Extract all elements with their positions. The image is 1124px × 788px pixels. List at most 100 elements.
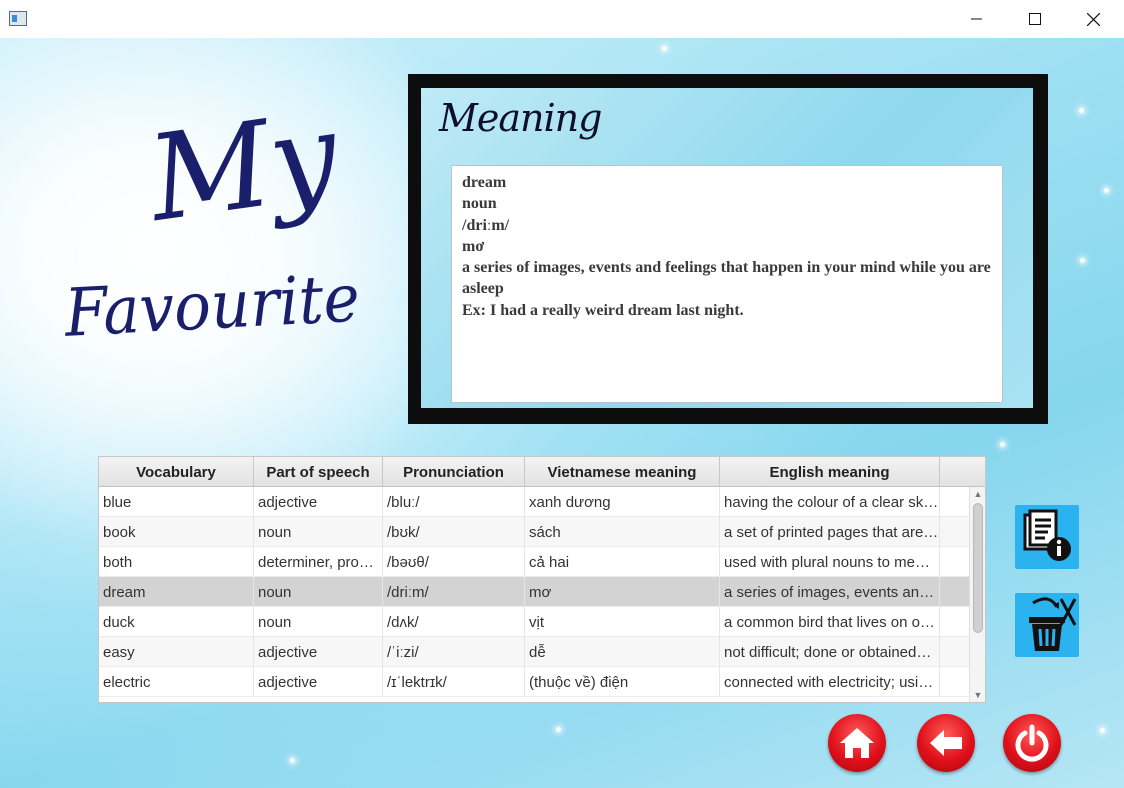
column-header-pronunciation[interactable]: Pronunciation <box>383 457 525 487</box>
cell-text: noun <box>258 523 292 541</box>
cell-part-of-speech: adjective <box>254 667 383 697</box>
main-window: My Favourite Meaning dream noun /driːm/ … <box>0 38 1124 788</box>
table-row[interactable]: book noun/bʊk/sách a set of printed pages … <box>99 517 969 547</box>
cell-text: /driːm/ <box>387 583 429 601</box>
window-titlebar <box>0 0 1124 38</box>
cell-text: (thuộc về) điện <box>529 673 629 691</box>
table-row[interactable]: blue adjective/bluː/xanh dương having the … <box>99 487 969 517</box>
cell-pronunciation: /bəʊθ/ <box>383 547 525 577</box>
cell-vocabulary: book <box>99 517 254 547</box>
cell-text: determiner, pro… <box>258 553 374 571</box>
cell-text: /ˈiːzi/ <box>387 643 419 661</box>
maximize-icon <box>1029 13 1041 25</box>
title-line2: Favourite <box>62 259 362 351</box>
table-row[interactable]: both determiner, pro… /bəʊθ/cả hai used wit… <box>99 547 969 577</box>
cell-filler <box>940 607 969 637</box>
cell-filler <box>940 547 969 577</box>
table-row[interactable]: dream noun/driːm/mơ a series of images, ev… <box>99 577 969 607</box>
cell-text: xanh dương <box>529 493 611 511</box>
cell-part-of-speech: determiner, pro… <box>254 547 383 577</box>
meaning-part-of-speech: noun <box>462 195 497 213</box>
cell-text: adjective <box>258 493 318 511</box>
meaning-word: dream <box>462 174 507 191</box>
column-header-vietnamese-meaning[interactable]: Vietnamese meaning <box>525 457 720 487</box>
cell-vocabulary: both <box>99 547 254 577</box>
minimize-icon <box>971 18 982 20</box>
cell-pronunciation: /ˈiːzi/ <box>383 637 525 667</box>
document-info-icon <box>1023 509 1071 561</box>
cell-text: noun <box>258 613 292 631</box>
cell-pronunciation: /ɪˈlektrɪk/ <box>383 667 525 697</box>
cell-text: duck <box>103 613 135 631</box>
close-button[interactable] <box>1064 0 1122 38</box>
table-row[interactable]: easy adjective/ˈiːzi/dễ not difficult; don… <box>99 637 969 667</box>
exit-button[interactable] <box>1003 714 1061 772</box>
cell-filler <box>940 577 969 607</box>
meaning-pronunciation: /driːm/ <box>462 216 510 234</box>
column-header-filler <box>940 457 985 487</box>
view-details-button[interactable] <box>1015 505 1079 569</box>
cell-vietnamese-meaning: dễ <box>525 637 720 667</box>
table-row[interactable]: electric adjective/ɪˈlektrɪk/ (thuộc về) đ… <box>99 667 969 697</box>
cell-text: adjective <box>258 643 318 661</box>
vocabulary-table[interactable]: Vocabulary Part of speech Pronunciation … <box>98 456 986 703</box>
close-icon <box>1086 12 1100 26</box>
back-arrow-icon <box>930 730 962 756</box>
trash-delete-icon <box>1029 597 1077 651</box>
cell-text: book <box>103 523 136 541</box>
maximize-button[interactable] <box>1006 0 1064 38</box>
cell-english-meaning: not difficult; done or obtained… <box>720 637 940 667</box>
cell-pronunciation: /bluː/ <box>383 487 525 517</box>
cell-filler <box>940 487 969 517</box>
cell-text: cả hai <box>529 553 570 571</box>
cell-text: /dʌk/ <box>387 613 419 631</box>
cell-text: /bluː/ <box>387 493 420 511</box>
my-favourite-title: My Favourite <box>62 93 362 352</box>
cell-part-of-speech: noun <box>254 517 383 547</box>
table-row[interactable]: duck noun/dʌk/vịt a common bird that lives… <box>99 607 969 637</box>
cell-vocabulary: duck <box>99 607 254 637</box>
meaning-example: Ex: I had a really weird dream last nigh… <box>462 301 744 319</box>
column-header-vocabulary[interactable]: Vocabulary <box>99 457 254 487</box>
cell-pronunciation: /dʌk/ <box>383 607 525 637</box>
cell-part-of-speech: adjective <box>254 637 383 667</box>
home-button[interactable] <box>828 714 886 772</box>
home-icon <box>840 728 874 758</box>
scroll-down-icon[interactable]: ▼ <box>970 688 985 702</box>
cell-text: connected with electricity; usi… <box>724 673 934 691</box>
cell-part-of-speech: noun <box>254 577 383 607</box>
column-header-part-of-speech[interactable]: Part of speech <box>254 457 383 487</box>
cell-text: adjective <box>258 673 318 691</box>
cell-english-meaning: a set of printed pages that are… <box>720 517 940 547</box>
cell-vocabulary: electric <box>99 667 254 697</box>
cell-vietnamese-meaning: (thuộc về) điện <box>525 667 720 697</box>
cell-filler <box>940 667 969 697</box>
cell-text: a set of printed pages that are… <box>724 523 939 541</box>
minimize-button[interactable] <box>948 0 1006 38</box>
cell-filler <box>940 637 969 667</box>
cell-pronunciation: /bʊk/ <box>383 517 525 547</box>
cell-vietnamese-meaning: cả hai <box>525 547 720 577</box>
window-app-icon <box>9 11 27 26</box>
cell-filler <box>940 517 969 547</box>
column-header-english-meaning[interactable]: English meaning <box>720 457 940 487</box>
cell-vietnamese-meaning: vịt <box>525 607 720 637</box>
scroll-up-icon[interactable]: ▲ <box>970 487 985 501</box>
cell-english-meaning: a series of images, events and… <box>720 577 940 607</box>
meaning-text-area[interactable]: dream noun /driːm/ mơ a series of images… <box>451 165 1003 403</box>
cell-text: vịt <box>529 613 544 631</box>
cell-english-meaning: connected with electricity; usi… <box>720 667 940 697</box>
cell-vocabulary: blue <box>99 487 254 517</box>
cell-text: having the colour of a clear sk… <box>724 493 939 511</box>
back-button[interactable] <box>917 714 975 772</box>
cell-text: blue <box>103 493 132 511</box>
cell-part-of-speech: adjective <box>254 487 383 517</box>
delete-favourite-button[interactable] <box>1015 593 1079 657</box>
cell-text: mơ <box>529 583 552 601</box>
cell-text: /bʊk/ <box>387 523 420 541</box>
cell-text: easy <box>103 643 135 661</box>
cell-vietnamese-meaning: mơ <box>525 577 720 607</box>
table-vertical-scrollbar[interactable]: ▲ ▼ <box>969 487 985 702</box>
cell-text: not difficult; done or obtained… <box>724 643 932 661</box>
scrollbar-thumb[interactable] <box>973 503 983 633</box>
